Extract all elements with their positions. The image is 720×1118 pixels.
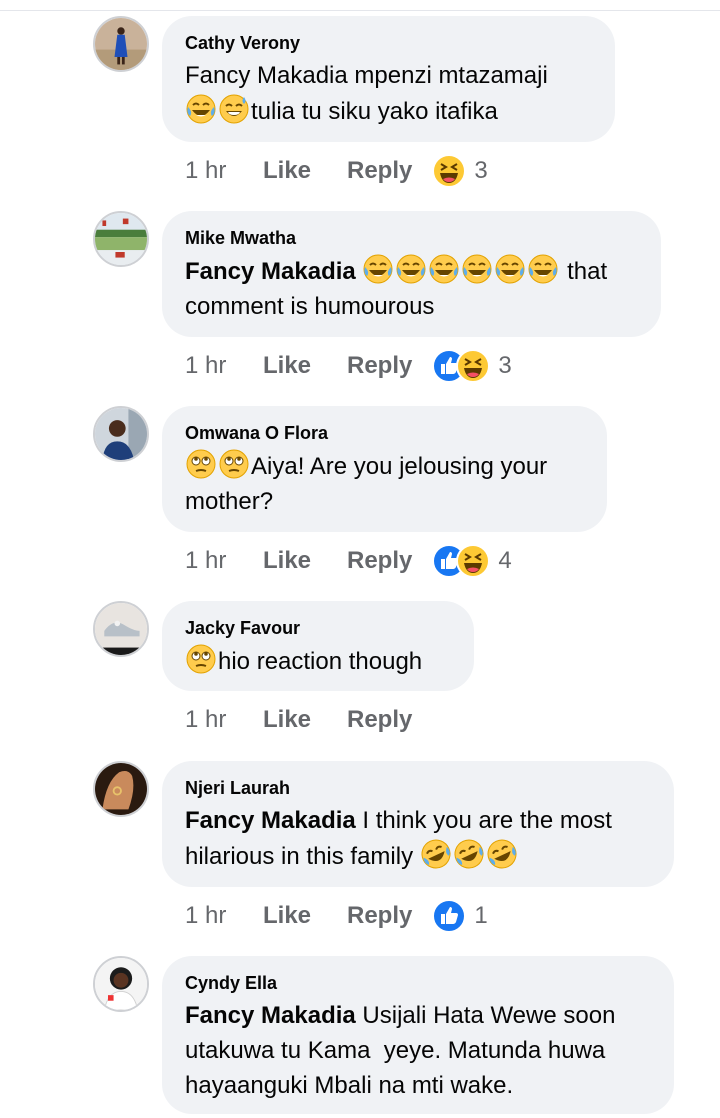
comment-bubble: Cathy Verony Fancy Makadia mpenzi mtazam… xyxy=(162,16,615,142)
comment-line: Aiya! Are you jelousing your xyxy=(185,448,585,484)
tears-of-joy-icon xyxy=(527,253,559,285)
comment-text: Fancy Makadia that comment is humourous xyxy=(185,253,639,324)
reply-button[interactable]: Reply xyxy=(347,157,412,185)
rolling-eyes-icon xyxy=(218,448,250,480)
comment-actions: 1 hr Like Reply 1 xyxy=(185,896,488,936)
tears-of-joy-icon xyxy=(362,253,394,285)
comment-bubble: Cyndy Ella Fancy Makadia Usijali Hata We… xyxy=(162,956,674,1114)
reaction-summary[interactable]: 3 xyxy=(432,154,488,188)
comment-line: hayaanguki Mbali na mti wake. xyxy=(185,1072,514,1099)
reply-button[interactable]: Reply xyxy=(347,352,412,380)
like-button[interactable]: Like xyxy=(263,157,347,185)
hand-with-ring-avatar xyxy=(95,763,147,815)
comment-bubble: Jacky Favour hio reaction though xyxy=(162,601,474,691)
comment-line: mother? xyxy=(185,488,274,515)
tears-of-joy-icon xyxy=(428,253,460,285)
tears-of-joy-icon xyxy=(395,253,427,285)
comment-actions: 1 hr Like Reply 3 xyxy=(185,346,512,386)
shoe-photo-avatar xyxy=(95,603,147,655)
reply-button[interactable]: Reply xyxy=(347,706,412,734)
reply-button[interactable]: Reply xyxy=(347,547,412,575)
like-reaction-icon xyxy=(432,899,466,933)
comment-text-suffix: that xyxy=(567,258,608,285)
reaction-count: 3 xyxy=(498,352,512,379)
reply-button[interactable]: Reply xyxy=(347,902,412,930)
mention-link[interactable]: Fancy Makadia xyxy=(185,807,356,834)
reaction-count: 3 xyxy=(474,157,488,184)
mention-link[interactable]: Fancy Makadia xyxy=(185,1002,356,1029)
comment-text: Fancy Makadia mpenzi mtazamaji tulia tu … xyxy=(185,58,593,129)
comment-text-suffix: Usijali Hata Wewe soon xyxy=(362,1002,616,1029)
comment-line: hio reaction though xyxy=(185,643,452,679)
man-portrait-avatar xyxy=(95,408,147,460)
like-button[interactable]: Like xyxy=(263,547,347,575)
comment-line: comment is humourous xyxy=(185,293,435,320)
comment-author[interactable]: Cathy Verony xyxy=(185,32,593,54)
comment-text-suffix: hio reaction though xyxy=(218,648,423,675)
comment-line: hilarious in this family xyxy=(185,838,652,874)
haha-reaction-icon xyxy=(456,544,490,578)
like-button[interactable]: Like xyxy=(263,706,347,734)
comment-text-suffix: tulia tu siku yako itafika xyxy=(251,98,498,125)
like-button[interactable]: Like xyxy=(263,902,347,930)
comment-author[interactable]: Mike Mwatha xyxy=(185,227,639,249)
comment-line: Fancy Makadia I think you are the most xyxy=(185,803,652,838)
reaction-count: 4 xyxy=(498,547,512,574)
comment-bubble: Njeri Laurah Fancy Makadia I think you a… xyxy=(162,761,674,887)
comment-time[interactable]: 1 hr xyxy=(185,157,263,185)
rofl-icon xyxy=(453,838,485,870)
landscape-avatar xyxy=(95,213,147,265)
comment-time[interactable]: 1 hr xyxy=(185,352,263,380)
tears-of-joy-icon xyxy=(461,253,493,285)
comment-author[interactable]: Njeri Laurah xyxy=(185,777,652,799)
comment-line: Fancy Makadia that xyxy=(185,253,639,289)
comment-actions: 1 hr Like Reply 3 xyxy=(185,151,488,191)
comment-bubble: Mike Mwatha Fancy Makadia that comment i… xyxy=(162,211,661,337)
comment-line: tulia tu siku yako itafika xyxy=(185,93,593,129)
avatar[interactable] xyxy=(93,601,149,657)
avatar[interactable] xyxy=(93,211,149,267)
comment-text: Fancy Makadia I think you are the most h… xyxy=(185,803,652,874)
comment-text: hio reaction though xyxy=(185,643,452,679)
haha-reaction-icon xyxy=(432,154,466,188)
woman-portrait-avatar xyxy=(95,958,147,1010)
mention-link[interactable]: Fancy Makadia xyxy=(185,258,356,285)
like-button[interactable]: Like xyxy=(263,352,347,380)
rolling-eyes-icon xyxy=(185,643,217,675)
tears-of-joy-icon xyxy=(185,93,217,125)
sweat-smile-icon xyxy=(218,93,250,125)
avatar[interactable] xyxy=(93,16,149,72)
comment-text-suffix: I think you are the most xyxy=(362,807,612,834)
rofl-icon xyxy=(420,838,452,870)
reaction-summary[interactable]: 1 xyxy=(432,899,488,933)
rofl-icon xyxy=(486,838,518,870)
reaction-count: 1 xyxy=(474,902,488,929)
comment-actions: 1 hr Like Reply xyxy=(185,700,432,740)
comment-actions: 1 hr Like Reply 4 xyxy=(185,541,512,581)
avatar[interactable] xyxy=(93,406,149,462)
comment-line: Fancy Makadia Usijali Hata Wewe soon xyxy=(185,998,652,1033)
reaction-summary[interactable]: 3 xyxy=(432,349,512,383)
comment-time[interactable]: 1 hr xyxy=(185,706,263,734)
tears-of-joy-icon xyxy=(494,253,526,285)
avatar[interactable] xyxy=(93,956,149,1012)
comment-text: Aiya! Are you jelousing your mother? xyxy=(185,448,585,519)
comment-text: Fancy Makadia Usijali Hata Wewe soon uta… xyxy=(185,998,652,1103)
comment-author[interactable]: Omwana O Flora xyxy=(185,422,585,444)
person-in-blue-dress-avatar xyxy=(95,18,147,70)
haha-reaction-icon xyxy=(456,349,490,383)
comment-text-suffix: Aiya! Are you jelousing your xyxy=(251,453,548,480)
rolling-eyes-icon xyxy=(185,448,217,480)
comment-line: Fancy Makadia mpenzi mtazamaji xyxy=(185,62,548,89)
comment-author[interactable]: Jacky Favour xyxy=(185,617,452,639)
comment-line: utakuwa tu Kama yeye. Matunda huwa xyxy=(185,1037,606,1064)
comment-text-prefix: hilarious in this family xyxy=(185,843,414,870)
top-divider xyxy=(0,10,720,11)
comment-bubble: Omwana O Flora Aiya! Are you jelousing y… xyxy=(162,406,607,532)
avatar[interactable] xyxy=(93,761,149,817)
comment-time[interactable]: 1 hr xyxy=(185,902,263,930)
reaction-summary[interactable]: 4 xyxy=(432,544,512,578)
comment-time[interactable]: 1 hr xyxy=(185,547,263,575)
comment-author[interactable]: Cyndy Ella xyxy=(185,972,652,994)
